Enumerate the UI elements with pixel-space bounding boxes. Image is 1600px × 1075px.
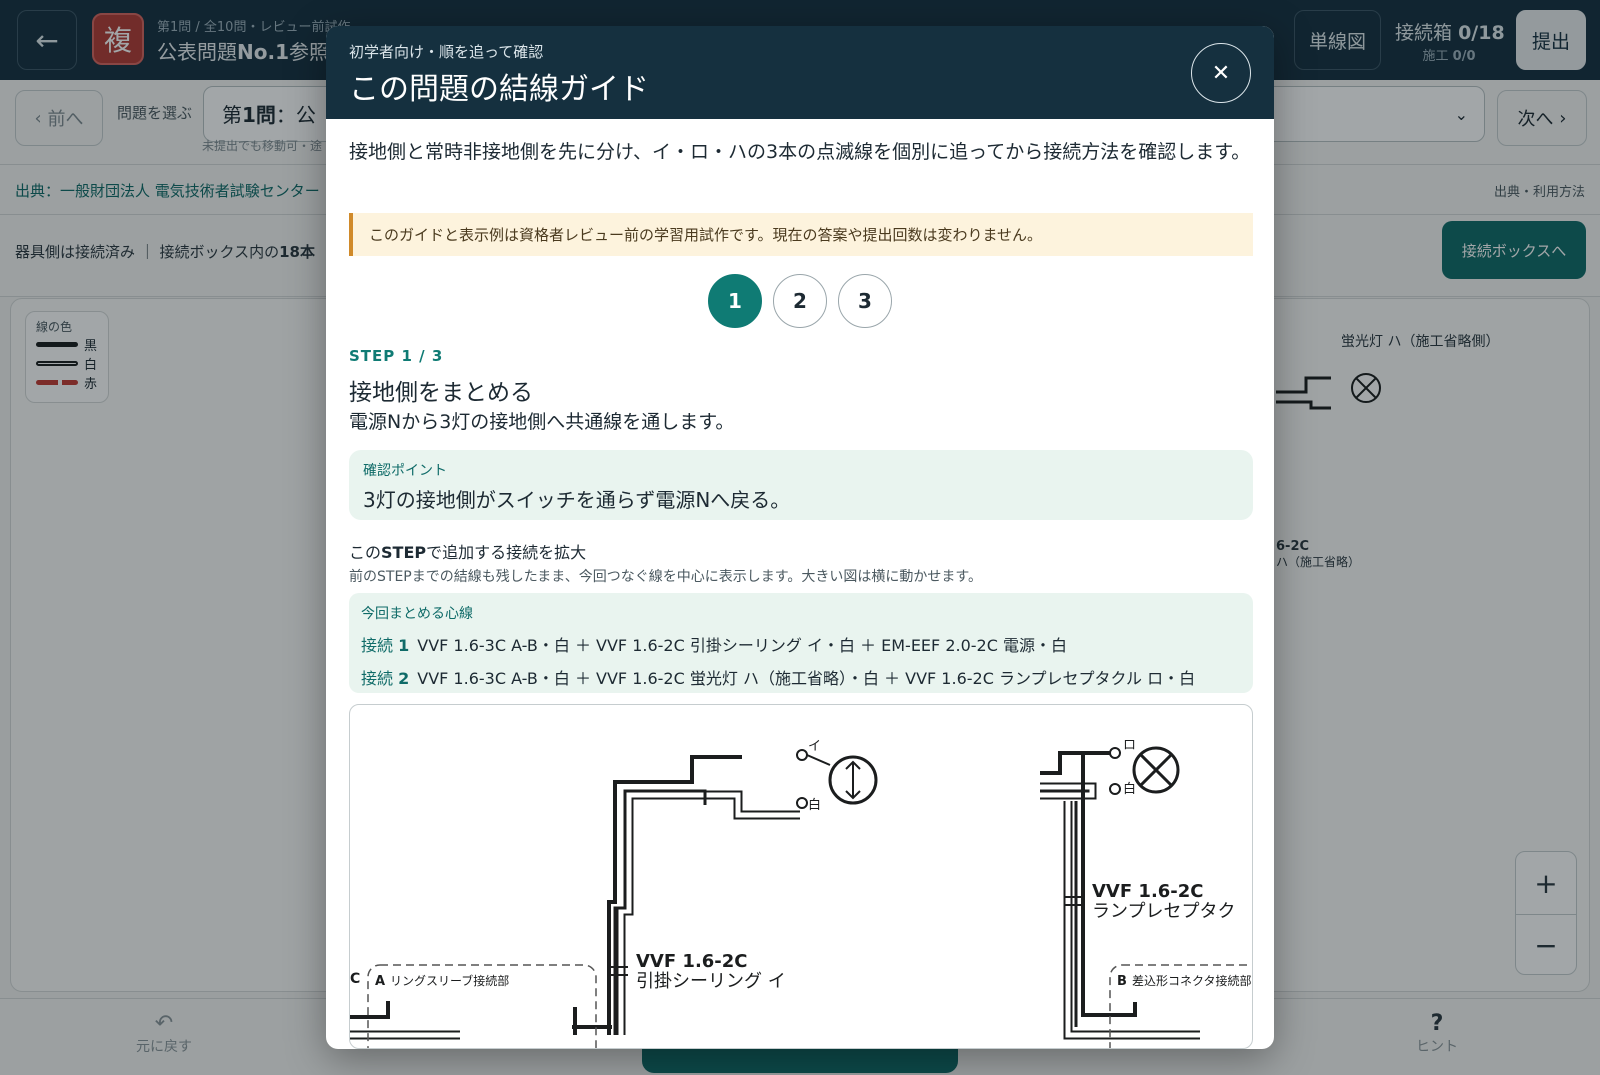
checkpoint-box: 確認ポイント 3灯の接地側がスイッチを通らず電源Nへ戻る。 bbox=[349, 450, 1253, 520]
step-counter: STEP 1 / 3 bbox=[349, 347, 444, 365]
box-a-stubs bbox=[350, 1001, 612, 1040]
connection-row: 接続 2 VVF 1.6-3C A-B・白 ＋ VVF 1.6-2C 蛍光灯 ハ（… bbox=[361, 669, 1196, 688]
step-description: 電源Nから3灯の接地側へ共通線を通します。 bbox=[349, 411, 735, 433]
zoom-heading: このSTEPで追加する接続を拡大 bbox=[349, 543, 587, 562]
box-a-label: リングスリーブ接続部 bbox=[390, 973, 509, 988]
box-a-tag: A bbox=[375, 974, 385, 989]
cable-ceiling-rose bbox=[607, 755, 800, 1035]
zoom-note: 前のSTEPまでの結線も残したまま、今回つなぐ線を中心に表示します。大きい図は横… bbox=[349, 569, 982, 585]
checkpoint-label: 確認ポイント bbox=[363, 463, 447, 479]
ceiling-rose-symbol: イ 白 bbox=[796, 739, 878, 813]
box-c-edge-tag: C bbox=[350, 971, 360, 987]
close-button[interactable]: ✕ bbox=[1191, 43, 1251, 103]
connection-row: 接続 1 VVF 1.6-3C A-B・白 ＋ VVF 1.6-2C 引掛シーリン… bbox=[361, 636, 1067, 655]
prototype-notice: このガイドと表示例は資格者レビュー前の学習用試作です。現在の答案や提出回数は変わ… bbox=[349, 213, 1253, 256]
step-title: 接地側をまとめる bbox=[349, 380, 533, 406]
cable2-name: ランプレセプタク bbox=[1092, 901, 1235, 922]
box-b-tag: B bbox=[1117, 974, 1127, 989]
modal-kicker: 初学者向け・順を追って確認 bbox=[349, 43, 544, 61]
cable1-code: VVF 1.6-2C bbox=[636, 951, 748, 972]
wiring-guide-modal: 初学者向け・順を追って確認 この問題の結線ガイド ✕ 接地側と常時非接地側を先に… bbox=[326, 26, 1274, 1049]
modal-title: この問題の結線ガイド bbox=[349, 72, 649, 107]
step-wiring-diagram[interactable]: イ 白 VVF 1.6-2C 引掛シーリング イ ロ 白 VVF 1.6-2C … bbox=[349, 704, 1253, 1049]
step-indicator: 1 2 3 bbox=[326, 274, 1274, 330]
cable1-name: 引掛シーリング イ bbox=[636, 971, 786, 992]
modal-header: 初学者向け・順を追って確認 この問題の結線ガイド ✕ bbox=[326, 26, 1274, 119]
connections-label: 今回まとめる心線 bbox=[361, 606, 473, 622]
svg-text:ロ: ロ bbox=[1123, 738, 1136, 753]
svg-text:白: 白 bbox=[808, 797, 821, 813]
cable2-code: VVF 1.6-2C bbox=[1092, 881, 1204, 902]
guide-intro: 接地側と常時非接地側を先に分け、イ・ロ・ハの3本の点滅線を個別に追ってから接続方… bbox=[349, 141, 1251, 163]
svg-text:イ: イ bbox=[808, 739, 821, 754]
close-icon: ✕ bbox=[1211, 60, 1231, 86]
step-2-button[interactable]: 2 bbox=[773, 274, 827, 328]
svg-text:白: 白 bbox=[1123, 781, 1136, 797]
checkpoint-text: 3灯の接地側がスイッチを通らず電源Nへ戻る。 bbox=[363, 488, 791, 512]
step-3-button[interactable]: 3 bbox=[838, 274, 892, 328]
box-b-label: 差込形コネクタ接続部 bbox=[1132, 973, 1252, 988]
step-1-button[interactable]: 1 bbox=[708, 274, 762, 328]
connections-box: 今回まとめる心線 接続 1 VVF 1.6-3C A-B・白 ＋ VVF 1.6-… bbox=[349, 593, 1253, 693]
lamp-receptacle-symbol: ロ 白 bbox=[1109, 738, 1180, 797]
